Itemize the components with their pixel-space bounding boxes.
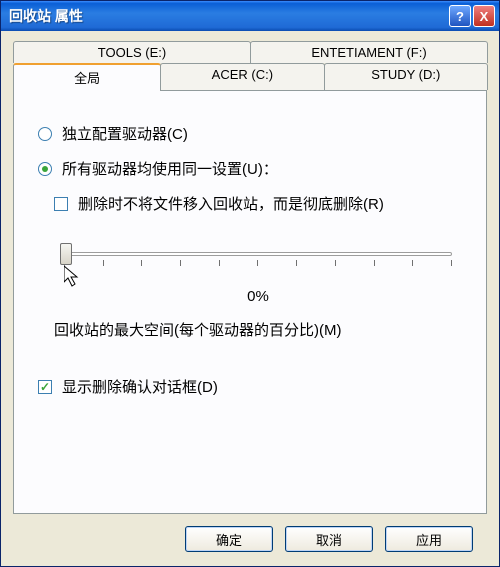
dialog-buttons: 确定 取消 应用: [13, 514, 487, 566]
help-button[interactable]: ?: [449, 5, 471, 27]
option-independent[interactable]: 独立配置驱动器(C): [38, 123, 468, 144]
radio-use-same[interactable]: [38, 162, 52, 176]
help-icon: ?: [456, 9, 464, 24]
size-slider-group: 0% 回收站的最大空间(每个驱动器的百分比)(M): [54, 242, 462, 340]
close-button[interactable]: X: [473, 5, 495, 27]
tab-label: ACER (C:): [212, 67, 273, 82]
tab-label: TOOLS (E:): [98, 45, 166, 60]
slider-caption: 回收站的最大空间(每个驱动器的百分比)(M): [54, 319, 462, 340]
apply-button[interactable]: 应用: [385, 526, 473, 552]
option-label: 独立配置驱动器(C): [62, 123, 188, 144]
tab-label: STUDY (D:): [371, 67, 440, 82]
tab-global[interactable]: 全局: [13, 63, 161, 91]
option-use-same[interactable]: 所有驱动器均使用同一设置(U)：: [38, 158, 468, 179]
option-label: 显示删除确认对话框(D): [62, 376, 218, 397]
tab-strip: TOOLS (E:) ENTETIAMENT (F:) 全局 ACER (C:)…: [13, 41, 487, 90]
tab-acer-c[interactable]: ACER (C:): [160, 63, 324, 90]
slider-thumb[interactable]: [60, 243, 72, 265]
properties-dialog: 回收站 属性 ? X TOOLS (E:) ENTETIAMENT (F:) 全…: [0, 0, 500, 567]
tab-label: 全局: [74, 71, 100, 86]
ok-button[interactable]: 确定: [185, 526, 273, 552]
slider-ticks: [64, 260, 452, 266]
option-confirm-dialog[interactable]: 显示删除确认对话框(D): [38, 376, 468, 397]
checkbox-permanent-delete[interactable]: [54, 197, 68, 211]
option-label: 所有驱动器均使用同一设置(U)：: [62, 158, 278, 179]
tab-label: ENTETIAMENT (F:): [311, 45, 426, 60]
close-icon: X: [480, 9, 489, 24]
option-label: 删除时不将文件移入回收站，而是彻底删除(R): [78, 193, 384, 214]
cancel-button[interactable]: 取消: [285, 526, 373, 552]
checkbox-confirm-dialog[interactable]: [38, 380, 52, 394]
radio-independent[interactable]: [38, 127, 52, 141]
tab-entertainment-f[interactable]: ENTETIAMENT (F:): [250, 41, 488, 63]
titlebar[interactable]: 回收站 属性 ? X: [1, 1, 499, 31]
size-slider[interactable]: [54, 242, 462, 282]
slider-rail: [64, 252, 452, 256]
slider-value-label: 0%: [54, 288, 462, 305]
cursor-icon: [64, 266, 84, 290]
window-title: 回收站 属性: [9, 6, 447, 26]
tab-tools-e[interactable]: TOOLS (E:): [13, 41, 251, 63]
tab-study-d[interactable]: STUDY (D:): [324, 63, 488, 90]
tab-panel-global: 独立配置驱动器(C) 所有驱动器均使用同一设置(U)： 删除时不将文件移入回收站…: [13, 90, 487, 514]
client-area: TOOLS (E:) ENTETIAMENT (F:) 全局 ACER (C:)…: [1, 31, 499, 566]
option-permanent-delete[interactable]: 删除时不将文件移入回收站，而是彻底删除(R): [54, 193, 468, 214]
